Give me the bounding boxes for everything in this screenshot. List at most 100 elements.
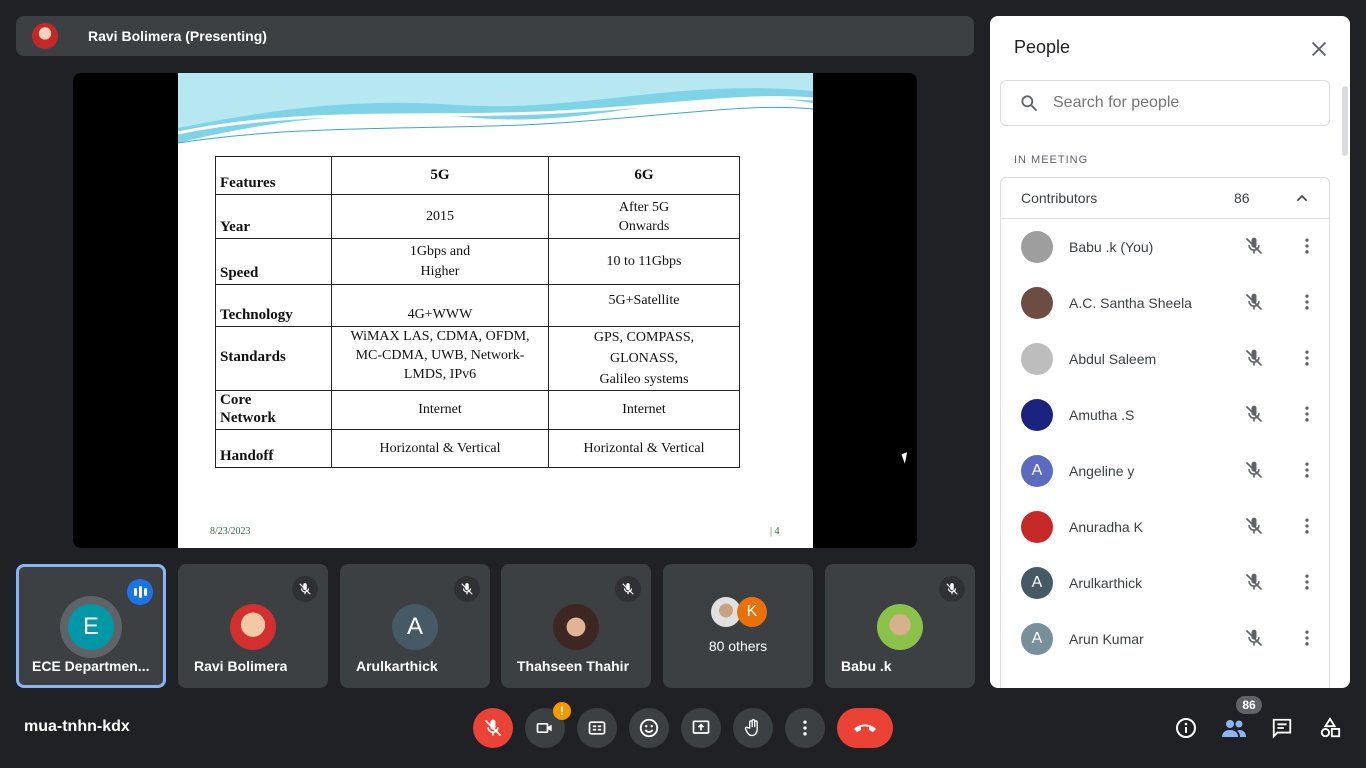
people-button[interactable] [1220,714,1248,742]
more-options-button[interactable] [1297,292,1317,317]
camera-alert-badge: ! [553,702,571,720]
hand-icon [744,719,758,737]
value-5g: 1Gbps and Higher [331,238,549,285]
more-options-button[interactable] [1297,628,1317,653]
feature-cell: Year [215,194,332,239]
value-6g: GPS, COMPASS, GLONASS, Galileo systems [548,326,740,391]
more-options-button[interactable] [1297,460,1317,485]
participant-name: Angeline y [1069,463,1135,479]
mic-off-icon [939,576,965,602]
avatar [1021,231,1053,263]
value-5g: WiMAX LAS, CDMA, OFDM, MC-CDMA, UWB, Net… [331,326,549,391]
captions-icon [588,721,606,735]
slide: Features 5G 6G Year 2015 After 5G Onward… [178,73,813,548]
participant-name: A.C. Santha Sheela [1069,295,1192,311]
participant-name: Ravi Bolimera [194,658,288,674]
avatar [230,604,276,650]
list-item[interactable]: A Arun Kumar [1001,611,1329,667]
table-row: Handoff Horizontal & Vertical Horizontal… [215,429,740,468]
participant-tile[interactable]: Thahseen Thahir [501,564,651,688]
list-item[interactable]: A Arulkarthick [1001,555,1329,611]
avatar: A [392,604,438,650]
participant-name: Thahseen Thahir [517,658,630,674]
avatar: K [737,597,767,627]
more-options-button[interactable] [1297,236,1317,261]
list-item[interactable]: Babu .k (You) [1001,219,1329,275]
present-screen-button[interactable] [681,708,721,748]
section-count: 86 [1234,190,1250,206]
slide-date: 8/23/2023 [210,526,251,537]
participant-tile[interactable]: A Arulkarthick [340,564,490,688]
value-6g: 5G+Satellite [548,284,740,327]
mic-toggle-button[interactable] [473,708,513,748]
search-box[interactable] [1000,80,1330,126]
avatar: A [1021,567,1053,599]
more-options-button[interactable] [1297,516,1317,541]
list-item[interactable]: Abdul Saleem [1001,331,1329,387]
participant-name: Arun Kumar [1069,631,1144,647]
feature-cell: Core Network [215,390,332,430]
feature-cell: Handoff [215,429,332,468]
panel-scrollbar[interactable] [1342,86,1348,156]
participant-name: Babu .k [841,658,892,674]
header-6g: 6G [548,156,740,195]
mic-off-icon [1244,571,1264,598]
value-5g: 2015 [331,194,549,239]
presenter-avatar [32,23,58,49]
more-options-button[interactable] [785,708,825,748]
value-5g: Horizontal & Vertical [331,429,549,468]
avatar [1021,343,1053,375]
table-row: Technology 4G+WWW 5G+Satellite [215,284,740,327]
value-5g: Internet [331,390,549,430]
list-item[interactable]: Amutha .S [1001,387,1329,443]
list-item[interactable]: A Angeline y [1001,443,1329,499]
others-tile[interactable]: K 80 others [663,564,813,688]
value-5g: 4G+WWW [331,284,549,327]
captions-button[interactable] [577,708,617,748]
hang-up-icon [854,724,876,732]
mic-off-icon [484,719,502,737]
mic-off-icon [1244,515,1264,542]
avatar [1021,399,1053,431]
meeting-details-button[interactable] [1172,714,1200,742]
more-options-button[interactable] [1297,572,1317,597]
list-item[interactable]: Anuradha K [1001,499,1329,555]
participant-name: Abdul Saleem [1069,351,1157,367]
emoji-icon [639,718,659,738]
present-icon [692,720,710,734]
chat-button[interactable] [1268,714,1296,742]
reactions-button[interactable] [629,708,669,748]
others-count: 80 others [708,638,768,654]
close-panel-button[interactable] [1308,38,1330,60]
feature-cell: Speed [215,238,332,285]
activities-icon [1320,717,1341,738]
value-6g: 10 to 11Gbps [548,238,740,285]
more-options-button[interactable] [1297,404,1317,429]
activities-button[interactable] [1316,714,1344,742]
info-icon [1176,718,1196,738]
avatar: E [68,604,114,650]
camera-toggle-button[interactable]: ! [525,702,571,748]
slide-page-number: | 4 [770,526,780,537]
presentation-area: Features 5G 6G Year 2015 After 5G Onward… [73,73,917,548]
participant-tile[interactable]: Babu .k [825,564,975,688]
leave-call-button[interactable] [837,708,893,748]
header-5g: 5G [331,156,549,195]
more-options-button[interactable] [1297,348,1317,373]
participant-tile[interactable]: Ravi Bolimera [178,564,328,688]
table-row: Standards WiMAX LAS, CDMA, OFDM, MC-CDMA… [215,326,740,391]
raise-hand-button[interactable] [733,708,773,748]
header-features: Features [215,156,332,195]
mic-off-icon [1244,459,1264,486]
list-item[interactable]: A.C. Santha Sheela [1001,275,1329,331]
avatar [1021,287,1053,319]
participant-tile[interactable]: E ECE Departmen... [16,564,166,688]
people-panel: People IN MEETING Contributors 86 Babu .… [990,16,1350,688]
search-input[interactable] [1051,93,1315,113]
camera-off-icon [536,723,552,733]
mic-off-icon [292,576,318,602]
speaking-indicator-icon [127,579,153,605]
close-icon [1311,41,1327,57]
feature-cell: Standards [215,326,332,391]
contributors-header[interactable]: Contributors 86 [1001,178,1329,219]
